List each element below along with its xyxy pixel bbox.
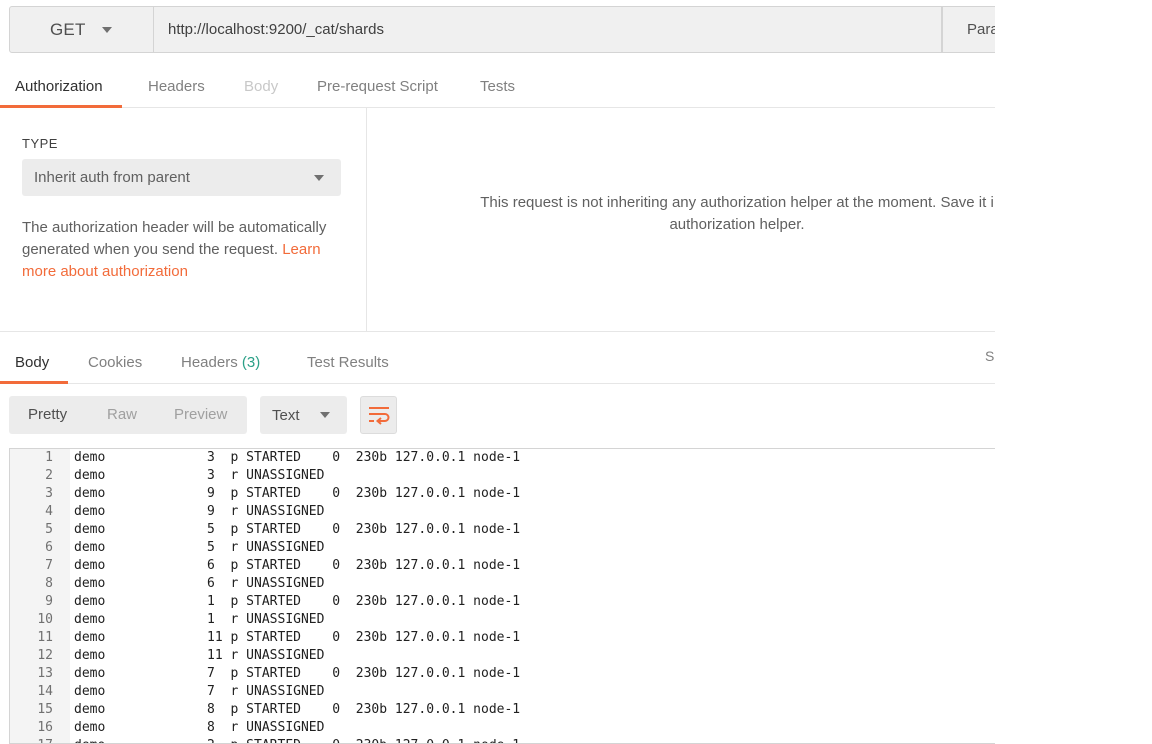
raw-button[interactable]: Raw: [107, 396, 137, 434]
code-line: 1 demo 3 p STARTED 0 230b 127.0.0.1 node-…: [10, 449, 995, 467]
chevron-down-icon: [314, 175, 324, 181]
line-text: demo 6 p STARTED 0 230b 127.0.0.1 node-1: [74, 558, 521, 573]
tab-tests[interactable]: Tests: [480, 68, 515, 107]
line-number: 1: [45, 450, 53, 465]
method-dropdown[interactable]: GET: [9, 6, 154, 53]
line-number: 8: [45, 576, 53, 591]
auth-description-text: The authorization header will be automat…: [22, 219, 327, 258]
code-line: 15 demo 8 p STARTED 0 230b 127.0.0.1 node…: [10, 701, 995, 719]
auth-type-select[interactable]: Inherit auth from parent: [22, 159, 341, 196]
section-divider: [0, 331, 995, 332]
line-number: 6: [45, 540, 53, 555]
line-text: demo 3 r UNASSIGNED: [74, 468, 325, 483]
pretty-button[interactable]: Pretty: [28, 396, 67, 434]
preview-button[interactable]: Preview: [174, 396, 227, 434]
response-lines: 1 demo 3 p STARTED 0 230b 127.0.0.1 node-…: [10, 449, 995, 743]
wrap-lines-icon: [368, 407, 389, 425]
line-number: 15: [37, 702, 53, 717]
format-label: Text: [272, 406, 300, 424]
line-text: demo 7 r UNASSIGNED: [74, 684, 325, 699]
line-text: demo 9 p STARTED 0 230b 127.0.0.1 node-1: [74, 486, 521, 501]
line-text: demo 8 p STARTED 0 230b 127.0.0.1 node-1: [74, 702, 521, 717]
code-line: 5 demo 5 p STARTED 0 230b 127.0.0.1 node-…: [10, 521, 995, 539]
tab-cookies[interactable]: Cookies: [88, 344, 142, 383]
line-text: demo 2 p STARTED 0 230b 127.0.0.1 node-1: [74, 737, 520, 743]
auth-message: This request is not inheriting any autho…: [452, 192, 995, 236]
code-line: 9 demo 1 p STARTED 0 230b 127.0.0.1 node-…: [10, 593, 995, 611]
line-number: 14: [37, 684, 53, 699]
code-line: 12 demo 11 r UNASSIGNED: [10, 647, 995, 665]
code-line: 4 demo 9 r UNASSIGNED: [10, 503, 995, 521]
tab-response-headers-label: Headers: [181, 354, 238, 371]
tab-response-headers[interactable]: Headers (3): [181, 344, 260, 383]
line-number: 2: [45, 468, 53, 483]
line-number: 4: [45, 504, 53, 519]
line-number: 17: [10, 737, 53, 743]
line-text: demo 11 p STARTED 0 230b 127.0.0.1 node-…: [74, 630, 521, 645]
code-line: 17 demo 2 p STARTED 0 230b 127.0.0.1 node…: [10, 737, 995, 743]
line-text: demo 5 r UNASSIGNED: [74, 540, 325, 555]
chevron-down-icon: [320, 412, 330, 418]
format-dropdown[interactable]: Text: [260, 396, 347, 434]
line-text: demo 1 p STARTED 0 230b 127.0.0.1 node-1: [74, 594, 521, 609]
line-text: demo 6 r UNASSIGNED: [74, 576, 325, 591]
response-body-editor[interactable]: 1 demo 3 p STARTED 0 230b 127.0.0.1 node-…: [9, 448, 995, 744]
auth-message-line-2: authorization helper.: [669, 216, 805, 233]
request-editor: GET http://localhost:9200/_cat/shards Pa…: [0, 0, 995, 744]
auth-helper-panel: This request is not inheriting any autho…: [367, 108, 995, 331]
code-line: 16 demo 8 r UNASSIGNED: [10, 719, 995, 737]
code-line: 3 demo 9 p STARTED 0 230b 127.0.0.1 node-…: [10, 485, 995, 503]
tab-authorization[interactable]: Authorization: [0, 68, 122, 108]
params-button[interactable]: Para: [942, 6, 995, 53]
line-number: 7: [45, 558, 53, 573]
headers-count-badge: (3): [241, 354, 261, 371]
code-line: 11 demo 11 p STARTED 0 230b 127.0.0.1 nod…: [10, 629, 995, 647]
code-line: 8 demo 6 r UNASSIGNED: [10, 575, 995, 593]
line-number: 16: [37, 720, 53, 735]
code-line: 7 demo 6 p STARTED 0 230b 127.0.0.1 node-…: [10, 557, 995, 575]
tab-pre-request-script[interactable]: Pre-request Script: [317, 68, 438, 107]
code-line: 2 demo 3 r UNASSIGNED: [10, 467, 995, 485]
line-text: demo 9 r UNASSIGNED: [74, 504, 325, 519]
code-line: 10 demo 1 r UNASSIGNED: [10, 611, 995, 629]
auth-description: The authorization header will be automat…: [22, 217, 352, 283]
tab-headers[interactable]: Headers: [148, 68, 205, 107]
tab-response-body[interactable]: Body: [0, 344, 69, 384]
line-number: 12: [37, 648, 53, 663]
tab-test-results[interactable]: Test Results: [307, 344, 389, 383]
code-line: 6 demo 5 r UNASSIGNED: [10, 539, 995, 557]
line-number: 10: [37, 612, 53, 627]
line-number: 13: [37, 666, 53, 681]
line-text: demo 3 p STARTED 0 230b 127.0.0.1 node-1: [74, 450, 521, 465]
auth-message-line-1: This request is not inheriting any autho…: [480, 194, 994, 211]
tab-body[interactable]: Body: [244, 68, 278, 107]
method-label: GET: [50, 19, 86, 39]
url-input[interactable]: http://localhost:9200/_cat/shards: [154, 6, 942, 53]
auth-type-panel: TYPE Inherit auth from parent The author…: [0, 108, 367, 331]
request-tabs: Authorization Headers Body Pre-request S…: [0, 68, 995, 108]
line-number: 3: [45, 486, 53, 501]
line-number: 11: [37, 630, 53, 645]
view-mode-group: Pretty Raw Preview: [9, 396, 247, 434]
line-number: 5: [45, 522, 53, 537]
line-number: 9: [45, 594, 53, 609]
line-text: demo 5 p STARTED 0 230b 127.0.0.1 node-1: [74, 522, 521, 537]
chevron-down-icon: [101, 26, 112, 33]
line-text: demo 7 p STARTED 0 230b 127.0.0.1 node-1: [74, 666, 521, 681]
line-text: demo 11 r UNASSIGNED: [74, 648, 325, 663]
line-text: demo 8 r UNASSIGNED: [74, 720, 325, 735]
line-text: demo 1 r UNASSIGNED: [74, 612, 325, 627]
request-bar: GET http://localhost:9200/_cat/shards Pa…: [9, 6, 995, 54]
code-line: 13 demo 7 p STARTED 0 230b 127.0.0.1 node…: [10, 665, 995, 683]
code-line: 14 demo 7 r UNASSIGNED: [10, 683, 995, 701]
response-status: S: [985, 348, 995, 364]
response-tabs: Body Cookies Headers (3) Test Results: [0, 344, 995, 384]
auth-type-label: TYPE: [22, 136, 58, 151]
auth-type-value: Inherit auth from parent: [34, 169, 190, 186]
wrap-lines-button[interactable]: [360, 396, 397, 434]
